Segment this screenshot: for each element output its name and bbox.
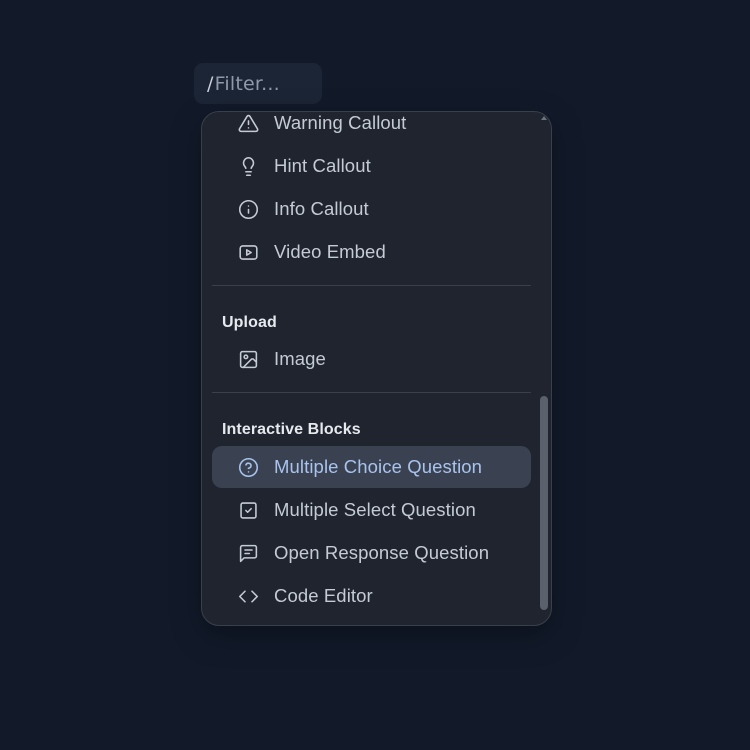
warning-icon — [237, 112, 259, 134]
scrollbar-thumb[interactable] — [540, 396, 548, 610]
menu-item-open-response-question[interactable]: Open Response Question — [212, 532, 531, 574]
lightbulb-icon — [237, 155, 259, 177]
section-title-upload: Upload — [222, 314, 277, 331]
info-icon — [237, 198, 259, 220]
menu-item-video-embed[interactable]: Video Embed — [212, 231, 531, 273]
menu-item-label: Open Response Question — [274, 542, 490, 563]
menu-item-multiple-select-question[interactable]: Multiple Select Question — [212, 489, 531, 531]
menu-item-warning-callout[interactable]: Warning Callout — [212, 112, 531, 144]
menu-item-label: Image — [274, 348, 326, 369]
menu-item-label: Hint Callout — [274, 155, 371, 176]
menu-item-image[interactable]: Image — [212, 338, 531, 380]
slash-prefix: / — [207, 72, 214, 95]
menu-item-label: Code Editor — [274, 585, 373, 606]
block-menu: Warning Callout Hint Callout Info Callou… — [201, 111, 552, 626]
section-title-interactive-blocks: Interactive Blocks — [222, 421, 361, 438]
video-icon — [237, 241, 259, 263]
scroll-up-arrow-icon[interactable] — [541, 116, 547, 120]
menu-item-hint-callout[interactable]: Hint Callout — [212, 145, 531, 187]
menu-item-label: Multiple Select Question — [274, 499, 476, 520]
code-icon — [237, 585, 259, 607]
menu-item-label: Warning Callout — [274, 112, 407, 133]
divider — [212, 392, 531, 393]
filter-input[interactable]: / Filter... — [194, 63, 322, 104]
menu-item-label: Video Embed — [274, 241, 386, 262]
question-circle-icon — [237, 456, 259, 478]
menu-item-info-callout[interactable]: Info Callout — [212, 188, 531, 230]
page: / Filter... Warning Callout Hint Callout — [0, 0, 750, 750]
menu-item-label: Multiple Choice Question — [274, 456, 483, 477]
message-text-icon — [237, 542, 259, 564]
filter-placeholder: Filter... — [214, 72, 280, 95]
image-icon — [237, 348, 259, 370]
checkbox-icon — [237, 499, 259, 521]
menu-item-label: Info Callout — [274, 198, 369, 219]
divider — [212, 285, 531, 286]
menu-item-code-editor[interactable]: Code Editor — [212, 575, 531, 617]
menu-item-multiple-choice-question[interactable]: Multiple Choice Question — [212, 446, 531, 488]
